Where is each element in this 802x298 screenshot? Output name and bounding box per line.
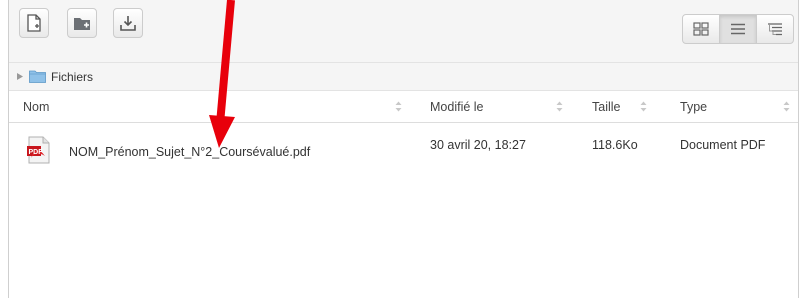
download-button[interactable] [113,8,143,38]
expand-arrow-icon[interactable] [13,70,27,84]
breadcrumb-folder-link[interactable]: Fichiers [51,70,93,84]
sort-icon[interactable] [556,101,563,112]
toolbar [9,0,798,63]
file-size: 118.6Ko [592,138,638,152]
column-modified-header[interactable]: Modifié le [430,91,484,122]
table-header: Nom Modifié le Taille Type [9,91,798,123]
column-name-label: Nom [23,99,50,114]
svg-text:PDF: PDF [29,149,44,156]
create-file-button[interactable] [19,8,49,38]
column-size-header[interactable]: Taille [592,91,621,122]
new-file-icon [27,14,41,32]
column-size-label: Taille [592,99,621,114]
column-modified-label: Modifié le [430,99,484,114]
pdf-file-icon: PDF [27,136,50,164]
view-switcher [682,14,794,44]
file-modified: 30 avril 20, 18:27 [430,138,526,152]
column-type-label: Type [680,99,708,114]
table-row[interactable]: PDF NOM_Prénom_Sujet_N°2_Coursévalué.pdf… [9,132,798,172]
column-type-header[interactable]: Type [680,91,707,122]
sort-icon[interactable] [640,101,647,112]
view-list-button[interactable] [719,14,757,44]
list-view-icon [731,23,745,35]
breadcrumb: Fichiers [9,63,798,91]
file-type: Document PDF [680,138,766,152]
view-tree-button[interactable] [756,14,794,44]
new-folder-icon [74,18,90,30]
file-name[interactable]: NOM_Prénom_Sujet_N°2_Coursévalué.pdf [69,145,310,159]
create-folder-button[interactable] [67,8,97,38]
sort-icon[interactable] [395,101,402,112]
folder-icon [29,70,46,83]
tree-view-icon [768,23,782,36]
column-name-header[interactable]: Nom [23,91,49,122]
sort-icon[interactable] [783,101,790,112]
grid-view-icon [693,22,709,36]
download-icon [120,16,136,31]
view-grid-button[interactable] [682,14,720,44]
file-manager: Fichiers Nom Modifié le Taille Type PDF … [8,0,799,298]
